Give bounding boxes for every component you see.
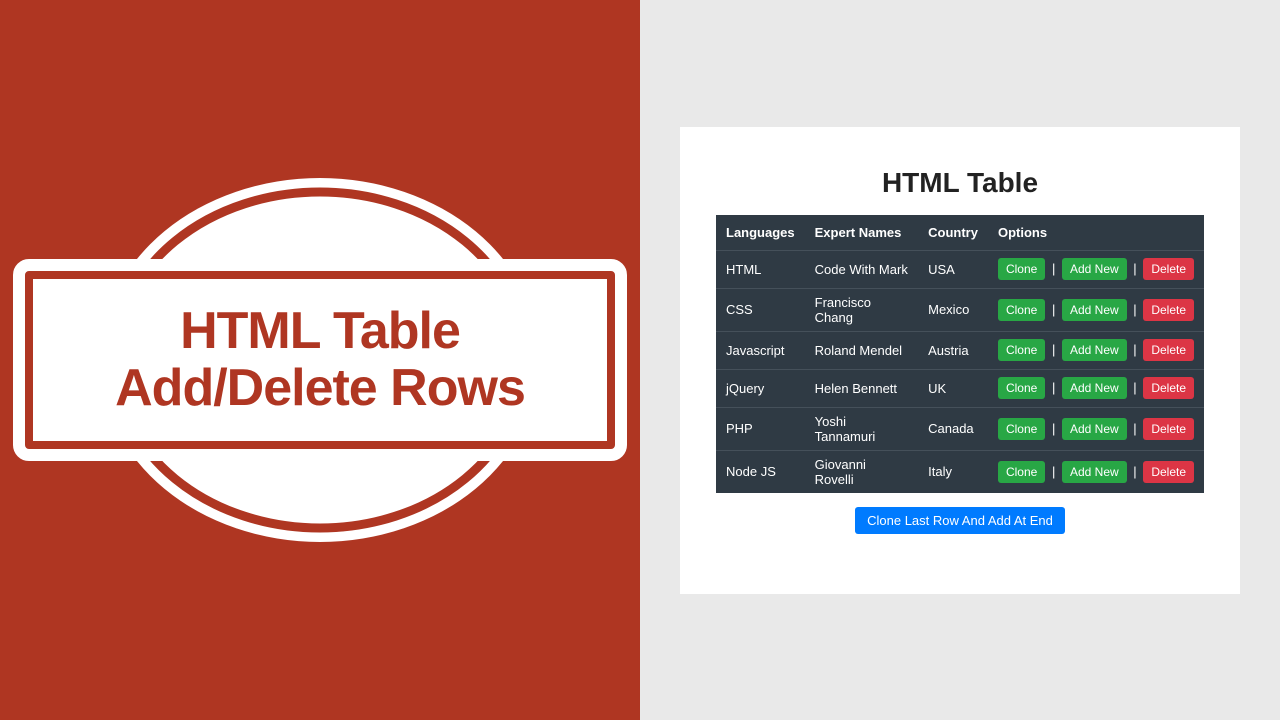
separator: | — [1130, 421, 1139, 436]
cell-options: Clone | Add New | Delete — [988, 331, 1204, 369]
table-row: HTMLCode With MarkUSAClone | Add New | D… — [716, 250, 1204, 288]
demo-card: HTML Table Languages Expert Names Countr… — [680, 127, 1240, 594]
cell-language: PHP — [716, 407, 805, 450]
cell-expert: Giovanni Rovelli — [805, 450, 919, 493]
separator: | — [1130, 342, 1139, 357]
hero-panel: HTML Table Add/Delete Rows — [0, 0, 640, 720]
cell-country: Austria — [918, 331, 988, 369]
delete-button[interactable]: Delete — [1143, 299, 1194, 321]
cell-country: Italy — [918, 450, 988, 493]
separator: | — [1049, 380, 1058, 395]
cell-language: Node JS — [716, 450, 805, 493]
delete-button[interactable]: Delete — [1143, 258, 1194, 280]
delete-button[interactable]: Delete — [1143, 377, 1194, 399]
cell-options: Clone | Add New | Delete — [988, 288, 1204, 331]
cell-expert: Code With Mark — [805, 250, 919, 288]
col-languages: Languages — [716, 215, 805, 251]
data-table: Languages Expert Names Country Options H… — [716, 215, 1204, 493]
hero-title-line1: HTML Table — [180, 302, 460, 360]
add-new-button[interactable]: Add New — [1062, 339, 1127, 361]
cell-language: HTML — [716, 250, 805, 288]
clone-button[interactable]: Clone — [998, 299, 1045, 321]
card-title: HTML Table — [716, 167, 1204, 199]
table-header-row: Languages Expert Names Country Options — [716, 215, 1204, 251]
separator: | — [1049, 421, 1058, 436]
add-new-button[interactable]: Add New — [1062, 461, 1127, 483]
separator: | — [1130, 261, 1139, 276]
cell-options: Clone | Add New | Delete — [988, 369, 1204, 407]
col-options: Options — [988, 215, 1204, 251]
col-country: Country — [918, 215, 988, 251]
col-expert-names: Expert Names — [805, 215, 919, 251]
cell-language: Javascript — [716, 331, 805, 369]
cell-expert: Yoshi Tannamuri — [805, 407, 919, 450]
cell-options: Clone | Add New | Delete — [988, 450, 1204, 493]
hero-title-line2: Add/Delete Rows — [115, 359, 525, 417]
add-new-button[interactable]: Add New — [1062, 377, 1127, 399]
separator: | — [1130, 464, 1139, 479]
separator: | — [1049, 261, 1058, 276]
add-new-button[interactable]: Add New — [1062, 418, 1127, 440]
cell-language: CSS — [716, 288, 805, 331]
clone-button[interactable]: Clone — [998, 377, 1045, 399]
add-new-button[interactable]: Add New — [1062, 299, 1127, 321]
hero-title-plate: HTML Table Add/Delete Rows — [25, 271, 615, 449]
delete-button[interactable]: Delete — [1143, 461, 1194, 483]
cell-expert: Helen Bennett — [805, 369, 919, 407]
table-row: PHPYoshi TannamuriCanadaClone | Add New … — [716, 407, 1204, 450]
cell-language: jQuery — [716, 369, 805, 407]
cell-expert: Roland Mendel — [805, 331, 919, 369]
cell-country: UK — [918, 369, 988, 407]
separator: | — [1049, 342, 1058, 357]
separator: | — [1130, 380, 1139, 395]
hero-title: HTML Table Add/Delete Rows — [63, 303, 577, 417]
cell-country: Mexico — [918, 288, 988, 331]
clone-button[interactable]: Clone — [998, 258, 1045, 280]
table-row: Node JSGiovanni RovelliItalyClone | Add … — [716, 450, 1204, 493]
delete-button[interactable]: Delete — [1143, 418, 1194, 440]
hero-badge: HTML Table Add/Delete Rows — [20, 140, 620, 580]
table-row: jQueryHelen BennettUKClone | Add New | D… — [716, 369, 1204, 407]
cell-country: USA — [918, 250, 988, 288]
cell-expert: Francisco Chang — [805, 288, 919, 331]
clone-button[interactable]: Clone — [998, 461, 1045, 483]
separator: | — [1049, 464, 1058, 479]
separator: | — [1130, 302, 1139, 317]
separator: | — [1049, 302, 1058, 317]
delete-button[interactable]: Delete — [1143, 339, 1194, 361]
add-new-button[interactable]: Add New — [1062, 258, 1127, 280]
clone-last-row-button[interactable]: Clone Last Row And Add At End — [855, 507, 1065, 534]
cell-options: Clone | Add New | Delete — [988, 250, 1204, 288]
table-row: JavascriptRoland MendelAustriaClone | Ad… — [716, 331, 1204, 369]
clone-button[interactable]: Clone — [998, 339, 1045, 361]
table-row: CSSFrancisco ChangMexicoClone | Add New … — [716, 288, 1204, 331]
cell-country: Canada — [918, 407, 988, 450]
demo-panel: HTML Table Languages Expert Names Countr… — [640, 0, 1280, 720]
clone-button[interactable]: Clone — [998, 418, 1045, 440]
cell-options: Clone | Add New | Delete — [988, 407, 1204, 450]
